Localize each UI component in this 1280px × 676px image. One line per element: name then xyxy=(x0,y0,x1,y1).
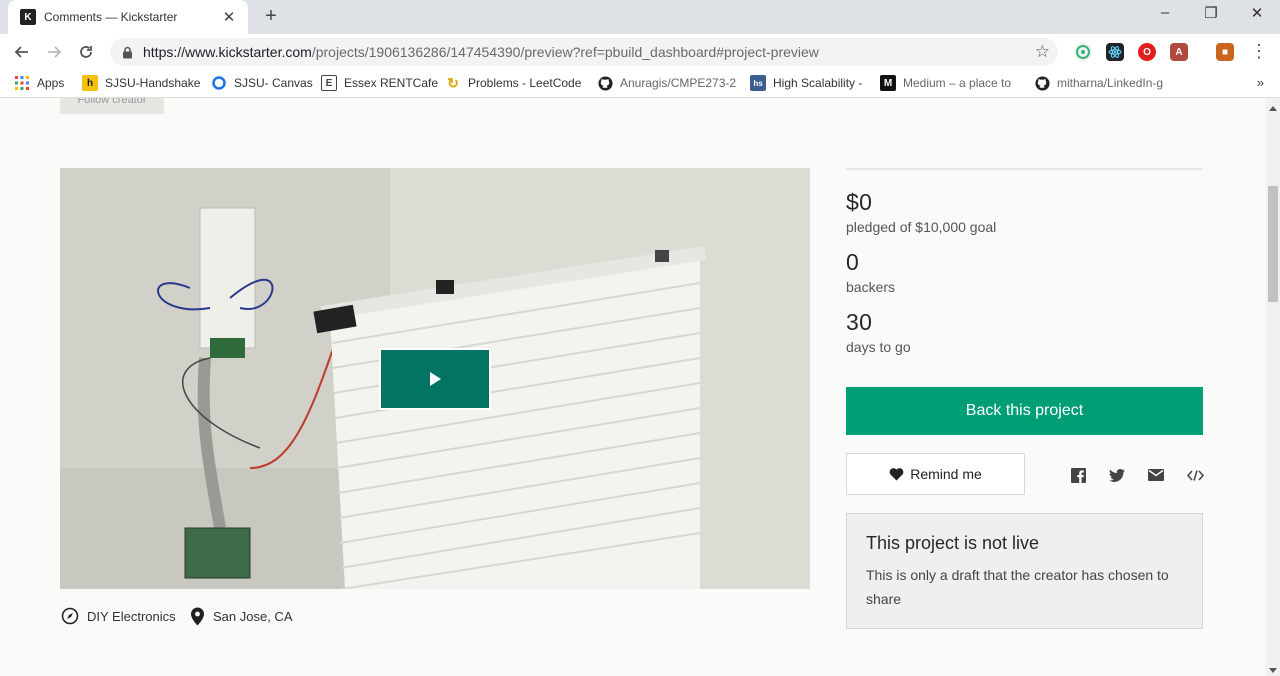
bookmark-medium[interactable]: M Medium – a place to xyxy=(880,75,1011,91)
play-icon xyxy=(430,372,441,386)
url-text: https://www.kickstarter.com/projects/190… xyxy=(143,44,819,60)
backers-label: backers xyxy=(846,279,896,295)
bookmark-apps[interactable]: Apps xyxy=(14,75,64,91)
extension-green-icon[interactable] xyxy=(1074,43,1092,61)
remind-me-button[interactable]: Remind me xyxy=(846,453,1025,495)
browser-toolbar: https://www.kickstarter.com/projects/190… xyxy=(0,34,1280,70)
bookmark-label: Medium – a place to xyxy=(903,76,1012,90)
medium-icon: M xyxy=(880,75,896,91)
location-pin-icon xyxy=(191,607,204,626)
pledged-label: pledged of $10,000 goal xyxy=(846,219,997,235)
pledged-amount: $0 xyxy=(846,189,873,215)
bookmark-linkedin-repo[interactable]: mitharna/LinkedIn-g xyxy=(1034,75,1163,91)
handshake-icon: h xyxy=(82,75,98,91)
bookmark-leetcode[interactable]: ↻ Problems - LeetCode xyxy=(445,75,581,91)
bookmark-label: Apps xyxy=(37,76,65,90)
days-stat: 30 days to go xyxy=(846,309,1203,355)
extension-orange-icon[interactable]: ■ xyxy=(1216,43,1234,61)
bookmark-star-icon[interactable]: ☆ xyxy=(1035,42,1050,62)
highscalability-icon: hs xyxy=(750,75,766,91)
backers-count: 0 xyxy=(846,249,860,275)
pledged-stat: $0 pledged of $10,000 goal xyxy=(846,189,1203,235)
backers-stat: 0 backers xyxy=(846,249,1203,295)
funding-stats: $0 pledged of $10,000 goal 0 backers 30 … xyxy=(846,168,1203,355)
minimize-icon[interactable]: – xyxy=(1155,4,1175,21)
follow-creator-button[interactable]: Follow creator xyxy=(60,98,164,114)
days-label: days to go xyxy=(846,339,911,355)
leetcode-icon: ↻ xyxy=(447,74,459,91)
play-button[interactable] xyxy=(379,348,491,410)
bookmark-cmpe273[interactable]: Anuragis/CMPE273-2 xyxy=(597,75,736,91)
funding-progress-bar xyxy=(846,168,1203,170)
bookmark-label: High Scalability - xyxy=(773,76,863,90)
bookmark-label: SJSU- Canvas xyxy=(234,76,313,90)
page-scrollbar[interactable] xyxy=(1266,98,1280,676)
project-video[interactable] xyxy=(60,168,810,589)
compass-icon xyxy=(61,607,79,625)
bookmark-essex-rentcafe[interactable]: E Essex RENTCafe xyxy=(321,75,438,91)
github-icon xyxy=(1034,75,1050,91)
github-icon xyxy=(597,75,613,91)
browser-menu-icon[interactable]: ⋮ xyxy=(1250,41,1268,61)
close-window-icon[interactable]: ✕ xyxy=(1247,4,1267,22)
back-arrow-icon[interactable] xyxy=(10,40,34,64)
email-share-icon[interactable] xyxy=(1147,467,1165,483)
project-page: Follow creator DIY Electronics San Jose,… xyxy=(0,98,1266,676)
bookmark-label: Anuragis/CMPE273-2 xyxy=(620,76,737,90)
twitter-share-icon[interactable] xyxy=(1108,467,1126,483)
bookmark-sjsu-handshake[interactable]: h SJSU-Handshake xyxy=(82,75,200,91)
apps-grid-icon xyxy=(14,75,30,91)
opera-extension-icon[interactable]: O xyxy=(1138,43,1156,61)
location-label: San Jose, CA xyxy=(213,609,293,624)
forward-arrow-icon[interactable] xyxy=(42,40,66,64)
pdf-extension-icon[interactable]: A xyxy=(1170,43,1188,61)
close-tab-icon[interactable]: ✕ xyxy=(220,8,238,26)
back-this-project-button[interactable]: Back this project xyxy=(846,387,1203,435)
notice-body: This is only a draft that the creator ha… xyxy=(866,567,1169,607)
bookmark-sjsu-canvas[interactable]: SJSU- Canvas xyxy=(211,75,313,91)
restore-icon[interactable]: ❐ xyxy=(1201,4,1221,22)
bookmark-label: Essex RENTCafe xyxy=(344,76,439,90)
facebook-share-icon[interactable] xyxy=(1069,467,1087,483)
days-count: 30 xyxy=(846,309,873,335)
bookmark-high-scalability[interactable]: hs High Scalability - xyxy=(750,75,862,91)
new-tab-icon[interactable]: + xyxy=(260,5,282,28)
address-bar[interactable]: https://www.kickstarter.com/projects/190… xyxy=(110,38,1058,66)
bookmark-label: Problems - LeetCode xyxy=(468,76,582,90)
bookmark-label: SJSU-Handshake xyxy=(105,76,201,90)
essex-icon: E xyxy=(321,75,337,91)
bookmark-label: mitharna/LinkedIn-g xyxy=(1057,76,1164,90)
notice-title: This project is not live xyxy=(866,533,1040,553)
more-bookmarks-icon[interactable]: » xyxy=(1257,75,1264,90)
scroll-up-icon[interactable] xyxy=(1269,106,1277,111)
tab-title: Comments — Kickstarter xyxy=(44,10,178,24)
embed-code-icon[interactable] xyxy=(1186,467,1204,483)
lock-icon xyxy=(120,45,134,59)
category-label: DIY Electronics xyxy=(87,608,176,624)
heart-icon xyxy=(889,468,904,481)
browser-tab[interactable]: K Comments — Kickstarter ✕ xyxy=(8,0,248,34)
canvas-icon xyxy=(211,75,227,91)
reload-icon[interactable] xyxy=(74,40,98,64)
tab-strip: K Comments — Kickstarter ✕ + – ❐ ✕ xyxy=(0,0,1280,34)
remind-me-label: Remind me xyxy=(910,466,982,482)
project-not-live-notice: This project is not live This is only a … xyxy=(846,513,1203,629)
react-devtools-icon[interactable] xyxy=(1106,43,1124,61)
scrollbar-thumb[interactable] xyxy=(1268,186,1278,302)
kickstarter-favicon-icon: K xyxy=(20,9,36,25)
project-location[interactable]: San Jose, CA xyxy=(190,607,293,626)
project-category[interactable]: DIY Electronics xyxy=(61,607,176,625)
scroll-down-icon[interactable] xyxy=(1269,668,1277,673)
bookmarks-bar: Apps h SJSU-Handshake SJSU- Canvas E Ess… xyxy=(0,70,1280,98)
